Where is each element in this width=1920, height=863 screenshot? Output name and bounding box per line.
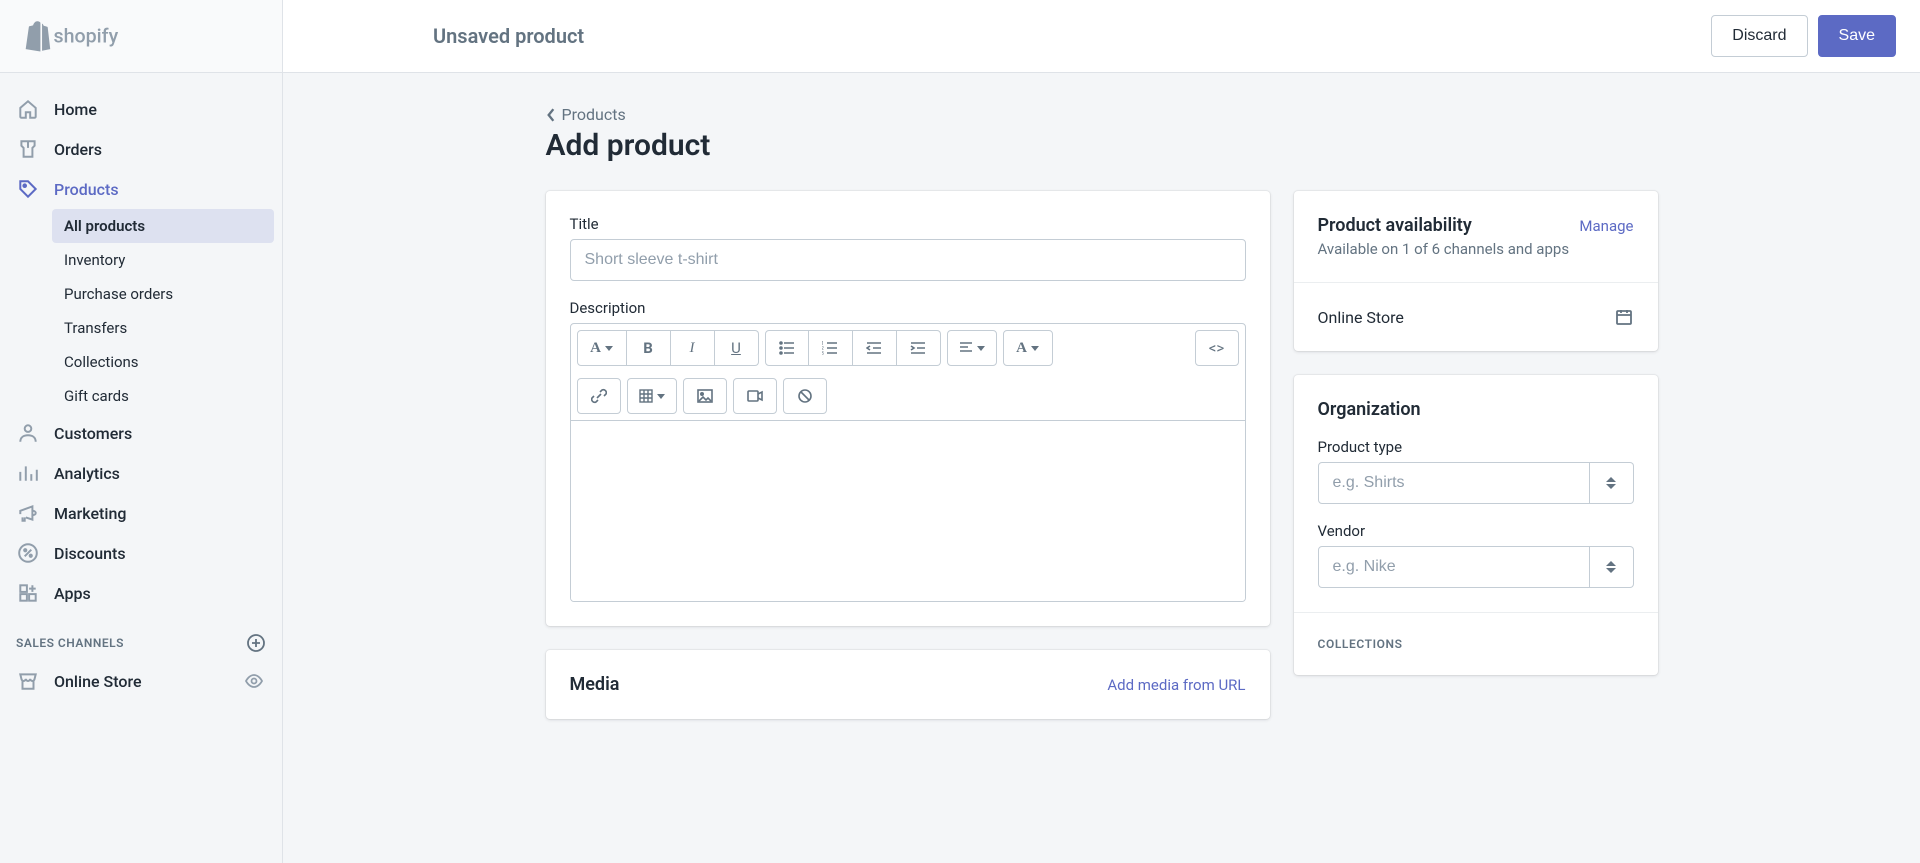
rte-toolbar: A B I U xyxy=(571,324,1245,421)
topbar-main: Unsaved product Discard Save xyxy=(283,0,1920,72)
rte-image-button[interactable] xyxy=(683,378,727,414)
organization-heading: Organization xyxy=(1318,399,1634,420)
nav-orders-label: Orders xyxy=(54,140,102,159)
subnav-all-products[interactable]: All products xyxy=(52,209,274,243)
rte-table-button[interactable] xyxy=(627,378,677,414)
logo-area: shopify xyxy=(0,0,283,72)
nav-marketing-label: Marketing xyxy=(54,504,126,523)
online-store-icon xyxy=(16,669,40,693)
media-card: Media Add media from URL xyxy=(546,650,1270,719)
breadcrumb-back[interactable]: Products xyxy=(546,105,626,124)
vendor-stepper[interactable] xyxy=(1590,546,1634,588)
nav-discounts[interactable]: Discounts xyxy=(0,533,282,573)
channel-online-store-label: Online Store xyxy=(54,672,142,691)
rte-format-button[interactable]: A xyxy=(577,330,627,366)
nav-discounts-label: Discounts xyxy=(54,544,126,563)
nav-customers[interactable]: Customers xyxy=(0,413,282,453)
nav-marketing[interactable]: Marketing xyxy=(0,493,282,533)
rte-underline-button[interactable]: U xyxy=(715,330,759,366)
sales-channels-header: Sales Channels xyxy=(0,613,282,661)
subnav-purchase-orders[interactable]: Purchase orders xyxy=(52,277,274,311)
nav-apps[interactable]: Apps xyxy=(0,573,282,613)
apps-icon xyxy=(16,581,40,605)
vendor-input[interactable] xyxy=(1318,546,1590,588)
subnav-collections[interactable]: Collections xyxy=(52,345,274,379)
subnav-gift-cards[interactable]: Gift cards xyxy=(52,379,274,413)
discard-button[interactable]: Discard xyxy=(1711,15,1807,57)
nav-apps-label: Apps xyxy=(54,584,91,603)
rte-html-button[interactable]: <> xyxy=(1195,330,1239,366)
products-icon xyxy=(16,177,40,201)
add-media-url-link[interactable]: Add media from URL xyxy=(1107,676,1245,694)
svg-text:shopify: shopify xyxy=(54,25,119,48)
vendor-label: Vendor xyxy=(1318,522,1634,540)
main-content: Products Add product Title Description xyxy=(283,73,1920,863)
rte-bullet-list-button[interactable] xyxy=(765,330,809,366)
products-subnav: All products Inventory Purchase orders T… xyxy=(0,209,282,413)
orders-icon xyxy=(16,137,40,161)
nav-products-label: Products xyxy=(54,180,119,199)
rte-bold-button[interactable]: B xyxy=(627,330,671,366)
availability-card: Product availability Manage Available on… xyxy=(1294,191,1658,351)
nav-home-label: Home xyxy=(54,100,97,119)
product-type-stepper[interactable] xyxy=(1590,462,1634,504)
rte-align-button[interactable] xyxy=(947,330,997,366)
media-heading: Media xyxy=(570,674,620,695)
availability-heading: Product availability xyxy=(1318,215,1472,236)
description-label: Description xyxy=(570,299,1246,317)
view-store-icon[interactable] xyxy=(242,669,266,693)
nav-analytics-label: Analytics xyxy=(54,464,120,483)
product-type-label: Product type xyxy=(1318,438,1634,456)
rte-number-list-button[interactable]: 123 xyxy=(809,330,853,366)
page-title: Add product xyxy=(546,128,1658,163)
breadcrumb-label: Products xyxy=(562,105,626,124)
nav-analytics[interactable]: Analytics xyxy=(0,453,282,493)
topbar: shopify Unsaved product Discard Save xyxy=(0,0,1920,73)
save-button[interactable]: Save xyxy=(1818,15,1896,57)
customers-icon xyxy=(16,421,40,445)
subnav-inventory[interactable]: Inventory xyxy=(52,243,274,277)
marketing-icon xyxy=(16,501,40,525)
analytics-icon xyxy=(16,461,40,485)
organization-card: Organization Product type xyxy=(1294,375,1658,675)
rte-outdent-button[interactable] xyxy=(853,330,897,366)
description-input[interactable] xyxy=(571,421,1245,601)
manage-availability-link[interactable]: Manage xyxy=(1579,217,1633,235)
rte-color-button[interactable]: A xyxy=(1003,330,1053,366)
product-type-input[interactable] xyxy=(1318,462,1590,504)
topbar-actions: Discard Save xyxy=(1711,15,1896,57)
title-label: Title xyxy=(570,215,1246,233)
sales-channels-label: Sales Channels xyxy=(16,636,124,650)
collections-subheading: Collections xyxy=(1318,637,1634,651)
rte-indent-button[interactable] xyxy=(897,330,941,366)
rte-clear-format-button[interactable] xyxy=(783,378,827,414)
topbar-title: Unsaved product xyxy=(433,24,584,48)
calendar-icon[interactable] xyxy=(1614,307,1634,327)
home-icon xyxy=(16,97,40,121)
nav-orders[interactable]: Orders xyxy=(0,129,282,169)
svg-text:3: 3 xyxy=(822,351,824,355)
rte-link-button[interactable] xyxy=(577,378,621,414)
shopify-logo: shopify xyxy=(18,18,143,54)
rte-italic-button[interactable]: I xyxy=(671,330,715,366)
nav-products[interactable]: Products xyxy=(0,169,282,209)
title-input[interactable] xyxy=(570,239,1246,281)
availability-summary: Available on 1 of 6 channels and apps xyxy=(1318,240,1634,258)
chevron-left-icon xyxy=(546,108,556,122)
rte-video-button[interactable] xyxy=(733,378,777,414)
availability-channel: Online Store xyxy=(1318,308,1404,327)
nav-home[interactable]: Home xyxy=(0,89,282,129)
channel-online-store[interactable]: Online Store xyxy=(0,661,282,701)
product-basics-card: Title Description A B I xyxy=(546,191,1270,626)
rich-text-editor: A B I U xyxy=(570,323,1246,602)
sidebar: Home Orders Products All products Invent… xyxy=(0,73,283,863)
nav-customers-label: Customers xyxy=(54,424,132,443)
add-channel-icon[interactable] xyxy=(246,633,266,653)
discounts-icon xyxy=(16,541,40,565)
subnav-transfers[interactable]: Transfers xyxy=(52,311,274,345)
